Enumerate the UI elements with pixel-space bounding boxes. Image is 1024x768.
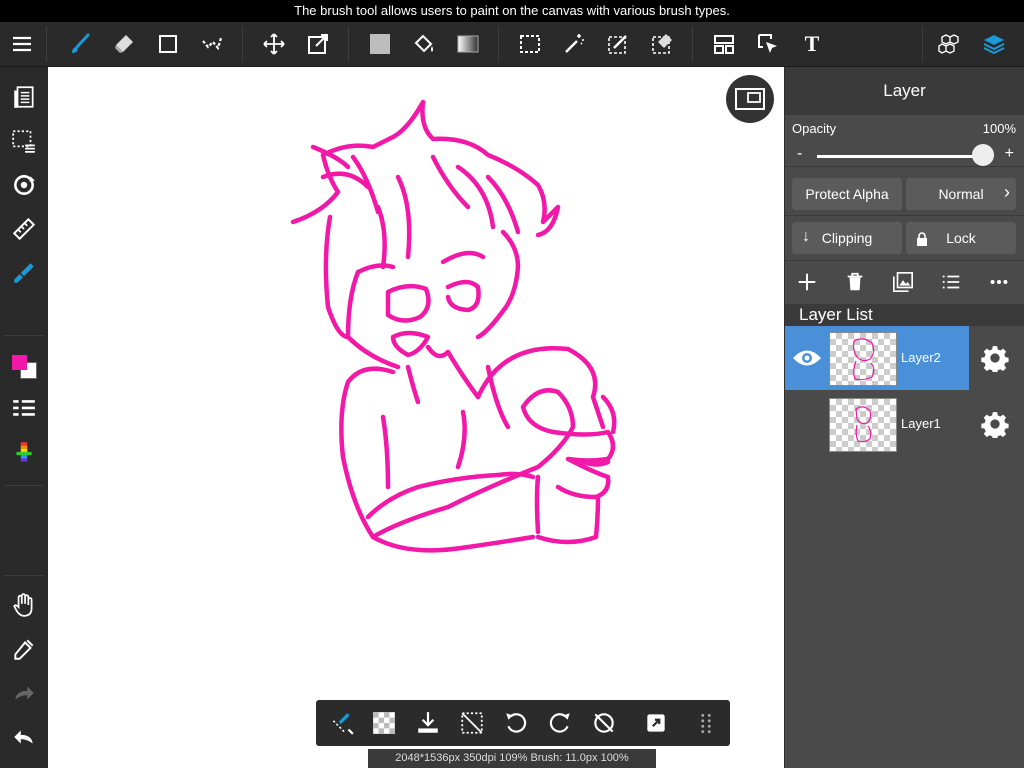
gradient-icon[interactable] <box>448 22 488 66</box>
color-icon[interactable] <box>0 347 48 387</box>
clear-layer-icon[interactable] <box>450 700 494 746</box>
navigator-icon <box>735 88 765 110</box>
blend-mode-button[interactable]: Normal › <box>906 178 1016 210</box>
transform-icon[interactable] <box>298 22 338 66</box>
reset-rotation-icon[interactable] <box>582 700 626 746</box>
ruler-icon[interactable] <box>0 209 48 249</box>
3d-model-icon[interactable] <box>930 22 970 66</box>
add-layer-icon[interactable] <box>787 262 827 302</box>
layer-row-layer1[interactable]: Layer1 <box>785 392 1024 456</box>
brush-select-icon[interactable] <box>320 700 364 746</box>
list-icon[interactable] <box>0 389 48 429</box>
magic-wand-icon[interactable] <box>554 22 594 66</box>
clipping-label: Clipping <box>821 230 873 246</box>
rotate-left-icon[interactable] <box>494 700 538 746</box>
text-icon[interactable]: T <box>792 22 832 66</box>
select-eraser-icon[interactable] <box>642 22 682 66</box>
lock-button[interactable]: Lock <box>906 222 1016 254</box>
eye-icon[interactable] <box>791 344 823 372</box>
primary-color-swatch <box>12 355 27 370</box>
lock-icon <box>917 232 927 246</box>
brush-pen-icon[interactable] <box>0 253 48 293</box>
bottom-toolbar <box>316 700 730 746</box>
opacity-slider-track[interactable] <box>817 155 987 158</box>
grid-handle-icon[interactable] <box>684 700 728 746</box>
rectangle-icon[interactable] <box>148 22 188 66</box>
more-icon[interactable] <box>979 262 1019 302</box>
menu-icon[interactable] <box>2 22 42 66</box>
gear-icon[interactable] <box>981 410 1009 438</box>
layer-row-layer2[interactable]: Layer2 <box>785 326 1024 390</box>
eraser-icon[interactable] <box>104 22 144 66</box>
layers-icon[interactable] <box>974 22 1014 66</box>
operation-icon[interactable] <box>748 22 788 66</box>
selection-icon[interactable] <box>0 121 48 161</box>
clipping-icon: ↓ <box>802 228 810 245</box>
select-rect-icon[interactable] <box>510 22 550 66</box>
layer-name: Layer1 <box>901 416 941 431</box>
brush-icon[interactable] <box>60 22 100 66</box>
layer-thumbnail <box>829 332 897 386</box>
layer-panel: Layer Opacity 100% - + Protect Alpha Nor… <box>785 67 1024 768</box>
eyedropper-icon[interactable] <box>0 629 48 669</box>
blend-mode-label: Normal <box>938 186 984 202</box>
protect-alpha-button[interactable]: Protect Alpha <box>792 178 902 210</box>
drawing-canvas[interactable]: 2048*1536px 350dpi 109% Brush: 11.0px 10… <box>48 67 784 768</box>
redo-icon[interactable] <box>0 673 48 713</box>
lock-label: Lock <box>946 230 976 246</box>
tooltip-banner: The brush tool allows users to paint on … <box>0 0 1024 22</box>
share-icon[interactable] <box>634 700 678 746</box>
top-toolbar: T <box>0 22 1024 67</box>
navigator-button[interactable] <box>726 75 774 123</box>
download-icon[interactable] <box>406 700 450 746</box>
left-sidebar <box>0 67 48 768</box>
rotate-right-icon[interactable] <box>538 700 582 746</box>
transparent-layer-icon[interactable] <box>362 700 406 746</box>
hand-icon[interactable] <box>0 585 48 625</box>
layer-panel-title: Layer <box>785 67 1024 115</box>
gear-icon[interactable] <box>981 344 1009 372</box>
text-tool-label: T <box>804 31 820 56</box>
palette-icon[interactable] <box>0 433 48 473</box>
opacity-minus-button[interactable]: - <box>797 145 802 163</box>
layer-list-icon[interactable] <box>931 262 971 302</box>
chevron-right-icon: › <box>1004 182 1010 202</box>
frame-divider-icon[interactable] <box>704 22 744 66</box>
undo-icon[interactable] <box>0 717 48 757</box>
layer-name: Layer2 <box>901 350 941 365</box>
opacity-value: 100% <box>982 121 1016 136</box>
bucket-icon[interactable] <box>404 22 444 66</box>
sketch-drawing <box>290 99 617 553</box>
layer-thumbnail <box>829 398 897 452</box>
opacity-plus-button[interactable]: + <box>1005 145 1014 163</box>
status-bar: 2048*1536px 350dpi 109% Brush: 11.0px 10… <box>368 749 656 768</box>
opacity-slider-knob[interactable] <box>972 144 994 166</box>
select-pen-icon[interactable] <box>598 22 638 66</box>
clipping-button[interactable]: ↓ Clipping <box>792 222 902 254</box>
fill-color-icon[interactable] <box>360 22 400 66</box>
opacity-label: Opacity <box>792 121 837 136</box>
move-icon[interactable] <box>254 22 294 66</box>
trash-icon[interactable] <box>835 262 875 302</box>
gallery-icon[interactable] <box>0 77 48 117</box>
smudge-icon[interactable] <box>192 22 232 66</box>
layer-tools <box>785 262 1024 302</box>
layer-list-title: Layer List <box>785 304 1024 326</box>
layer-image-icon[interactable] <box>883 262 923 302</box>
protect-alpha-label: Protect Alpha <box>805 186 889 202</box>
rotate-icon[interactable] <box>0 165 48 205</box>
